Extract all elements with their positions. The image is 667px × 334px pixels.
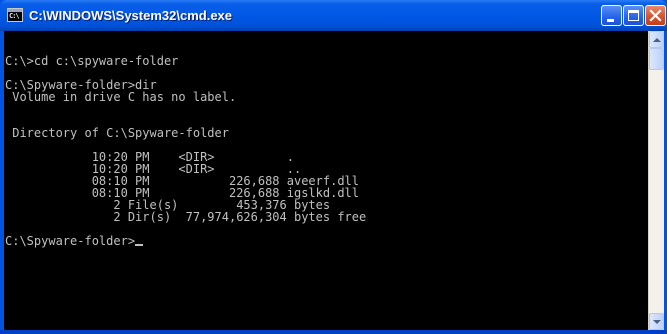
minimize-icon [607, 19, 614, 22]
window-title: C:\WINDOWS\System32\cmd.exe [29, 8, 233, 23]
console-line: Volume in drive C has no label. [5, 90, 237, 104]
vertical-scrollbar[interactable] [648, 31, 664, 330]
console-area[interactable]: C:\>cd c:\spyware-folder C:\Spyware-folde… [4, 31, 648, 330]
scroll-thumb[interactable] [649, 48, 664, 70]
cmd-app-icon[interactable]: C:\ [7, 8, 23, 22]
scroll-down-button[interactable] [649, 313, 664, 330]
window-bottom-border [0, 330, 667, 334]
app-icon-text: C:\ [9, 12, 20, 20]
title-bar[interactable]: C:\ C:\WINDOWS\System32\cmd.exe [0, 0, 667, 31]
scroll-up-icon [653, 38, 661, 42]
scroll-down-icon [653, 320, 661, 324]
close-button[interactable] [645, 5, 666, 26]
close-icon [649, 9, 662, 22]
console-prompt-line[interactable]: C:\Spyware-folder> [5, 235, 366, 247]
maximize-icon [628, 10, 639, 21]
cmd-window: C:\ C:\WINDOWS\System32\cmd.exe C:\>cd c… [0, 0, 667, 334]
minimize-button[interactable] [601, 5, 622, 26]
console-line: Directory of C:\Spyware-folder [5, 126, 229, 140]
console-line: C:\>cd c:\spyware-folder [5, 54, 179, 68]
console-prompt: C:\Spyware-folder> [5, 234, 136, 248]
console-line: 2 Dir(s) 77,974,626,304 bytes free [5, 210, 367, 224]
maximize-button[interactable] [623, 5, 644, 26]
console-output: C:\>cd c:\spyware-folder C:\Spyware-folde… [5, 43, 366, 247]
scroll-up-button[interactable] [649, 31, 664, 48]
text-cursor [135, 244, 144, 246]
